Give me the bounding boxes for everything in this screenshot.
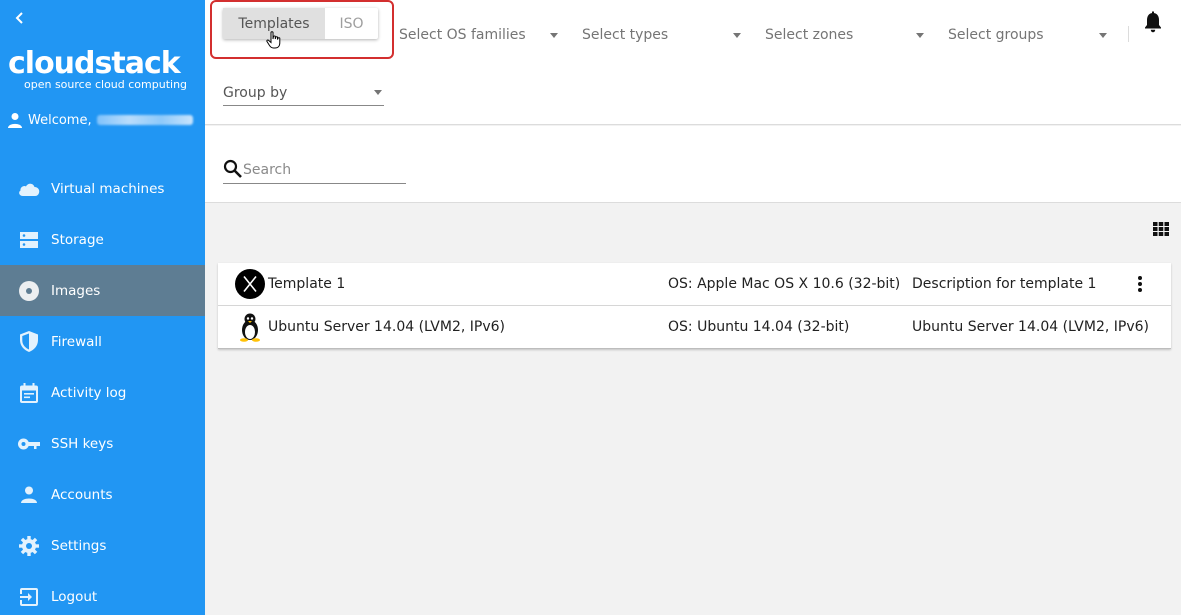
person-icon xyxy=(8,113,22,128)
more-vert-icon xyxy=(1138,276,1142,292)
types-placeholder: Select types xyxy=(582,27,669,43)
nav-label: Storage xyxy=(51,231,104,248)
nav-settings[interactable]: Settings xyxy=(0,520,205,571)
group-by-label: Group by xyxy=(223,84,288,101)
template-description: Ubuntu Server 14.04 (LVM2, IPv6) xyxy=(912,319,1149,335)
key-icon xyxy=(18,433,40,455)
search-field xyxy=(223,154,406,184)
nav-label: Virtual machines xyxy=(51,180,165,197)
list-item[interactable]: Ubuntu Server 14.04 (LVM2, IPv6) OS: Ubu… xyxy=(218,306,1171,349)
logo-tagline: open source cloud computing xyxy=(24,78,188,91)
nav-logout[interactable]: Logout xyxy=(0,571,205,615)
cloud-icon xyxy=(18,178,40,200)
template-os: OS: Apple Mac OS X 10.6 (32-bit) xyxy=(668,276,901,292)
list-item[interactable]: Template 1 OS: Apple Mac OS X 10.6 (32-b… xyxy=(218,263,1171,306)
row-menu-button[interactable] xyxy=(1131,274,1149,294)
sidebar: cloudstack open source cloud computing W… xyxy=(0,0,205,615)
filter-header: Templates ISO Select OS families Select … xyxy=(205,0,1181,125)
nav-images[interactable]: Images xyxy=(0,265,205,316)
dropdown-arrow-icon xyxy=(1099,32,1107,38)
hand-cursor-icon xyxy=(266,31,281,49)
logo-wordmark: cloudstack xyxy=(8,46,181,81)
person-icon xyxy=(18,484,40,506)
nav-label: SSH keys xyxy=(51,435,114,452)
header-divider xyxy=(1128,26,1129,42)
logout-icon xyxy=(18,586,40,608)
template-list: Template 1 OS: Apple Mac OS X 10.6 (32-b… xyxy=(218,263,1171,349)
disc-icon xyxy=(18,280,40,302)
nav-firewall[interactable]: Firewall xyxy=(0,316,205,367)
search-icon xyxy=(223,159,242,178)
search-bar-area xyxy=(205,126,1181,203)
linux-icon xyxy=(240,313,260,342)
collapse-sidebar-button[interactable] xyxy=(10,8,30,28)
search-input[interactable] xyxy=(243,162,403,178)
dropdown-arrow-icon xyxy=(916,32,924,38)
os-families-placeholder: Select OS families xyxy=(399,27,526,43)
welcome-user: Welcome, xyxy=(8,110,193,130)
nav-storage[interactable]: Storage xyxy=(0,214,205,265)
grid-view-icon[interactable] xyxy=(1153,222,1169,236)
nav-label: Activity log xyxy=(51,384,127,401)
nav-label: Accounts xyxy=(51,486,113,503)
types-select[interactable]: Select types xyxy=(582,22,741,48)
calendar-icon xyxy=(18,382,40,404)
username-redacted xyxy=(96,115,193,125)
template-iso-toggle: Templates ISO xyxy=(223,8,378,39)
group-by-select[interactable]: Group by xyxy=(223,80,384,106)
nav-activity-log[interactable]: Activity log xyxy=(0,367,205,418)
iso-toggle-button[interactable]: ISO xyxy=(325,8,378,39)
template-os: OS: Ubuntu 14.04 (32-bit) xyxy=(668,319,850,335)
storage-icon xyxy=(18,229,40,251)
nav-label: Images xyxy=(51,282,101,299)
nav-accounts[interactable]: Accounts xyxy=(0,469,205,520)
welcome-label: Welcome, xyxy=(28,112,92,128)
groups-select[interactable]: Select groups xyxy=(948,22,1107,48)
dropdown-arrow-icon xyxy=(550,32,558,38)
nav-label: Logout xyxy=(51,588,98,605)
nav-virtual-machines[interactable]: Virtual machines xyxy=(0,163,205,214)
zones-select[interactable]: Select zones xyxy=(765,22,924,48)
chevron-left-icon xyxy=(15,12,23,24)
shield-icon xyxy=(18,331,40,353)
template-name: Ubuntu Server 14.04 (LVM2, IPv6) xyxy=(268,319,505,335)
template-name: Template 1 xyxy=(268,276,346,292)
template-description: Description for template 1 xyxy=(912,276,1097,292)
dropdown-arrow-icon xyxy=(374,90,382,95)
nav-ssh-keys[interactable]: SSH keys xyxy=(0,418,205,469)
nav-label: Settings xyxy=(51,537,107,554)
groups-placeholder: Select groups xyxy=(948,27,1044,43)
zones-placeholder: Select zones xyxy=(765,27,854,43)
nav-label: Firewall xyxy=(51,333,102,350)
cloudstack-logo: cloudstack open source cloud computing xyxy=(8,46,198,91)
gear-icon xyxy=(18,535,40,557)
macos-icon xyxy=(235,269,265,299)
os-families-select[interactable]: Select OS families xyxy=(399,22,558,48)
bell-icon[interactable] xyxy=(1143,11,1163,33)
dropdown-arrow-icon xyxy=(733,32,741,38)
